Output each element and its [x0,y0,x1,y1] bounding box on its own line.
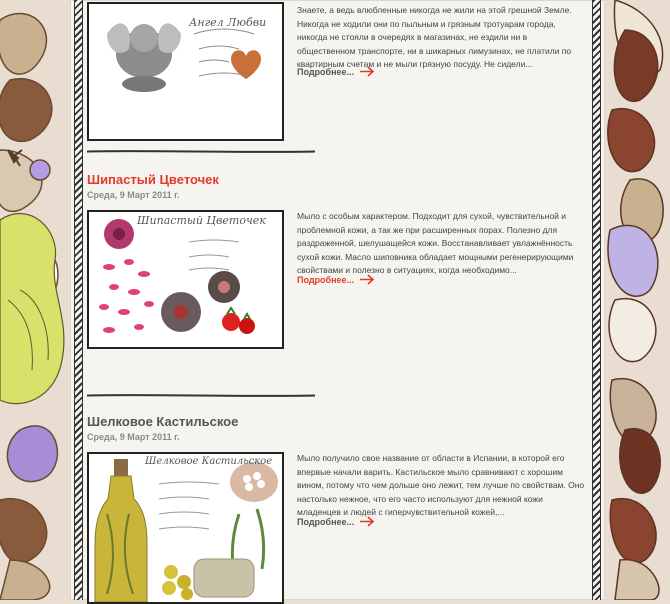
post-excerpt: Знаете, а ведь влюбленные никогда не жил… [297,5,572,69]
post-date: Среда, 9 Март 2011 г. [87,432,180,442]
read-more-link[interactable]: Подробнее... [297,66,375,77]
read-more-label: Подробнее... [297,516,355,527]
arrow-right-icon [360,516,375,527]
arrow-right-icon [360,274,375,285]
read-more-link[interactable]: Подробнее... [297,274,375,285]
content-column: Ангел Любви Знаете, а ведь влюбленные ни… [70,0,605,604]
read-more-link[interactable]: Подробнее... [297,516,375,527]
post-divider [87,394,315,397]
arrow-right-icon [360,66,375,77]
post-excerpt: Мыло получило свое название от области в… [297,453,585,517]
post-divider [87,150,315,153]
post-image-angel[interactable]: Ангел Любви [87,2,284,141]
blog-post: Шелковое Кастильское Среда, 9 Март 2011 … [87,414,587,604]
post-image-castile[interactable]: Шелковое Кастильское [87,452,284,604]
image-caption: Шипастый Цветочек [137,214,266,227]
post-title[interactable]: Шелковое Кастильское [87,414,587,429]
post-image-rose[interactable]: Шипастый Цветочек [87,210,284,349]
rope-border-right [592,0,601,600]
hand-illustration [0,213,65,405]
post-excerpt: Мыло с особым характером. Подходит для с… [297,211,574,275]
read-more-label: Подробнее... [297,66,355,77]
post-date: Среда, 9 Март 2011 г. [87,190,180,200]
post-title[interactable]: Шипастый Цветочек [87,172,587,187]
rope-border-left [74,0,83,600]
read-more-label: Подробнее... [297,274,355,285]
image-caption: Ангел Любви [189,16,267,29]
image-caption: Шелковое Кастильское [145,456,273,467]
blog-post: Шипастый Цветочек Среда, 9 Март 2011 г. [87,172,587,349]
